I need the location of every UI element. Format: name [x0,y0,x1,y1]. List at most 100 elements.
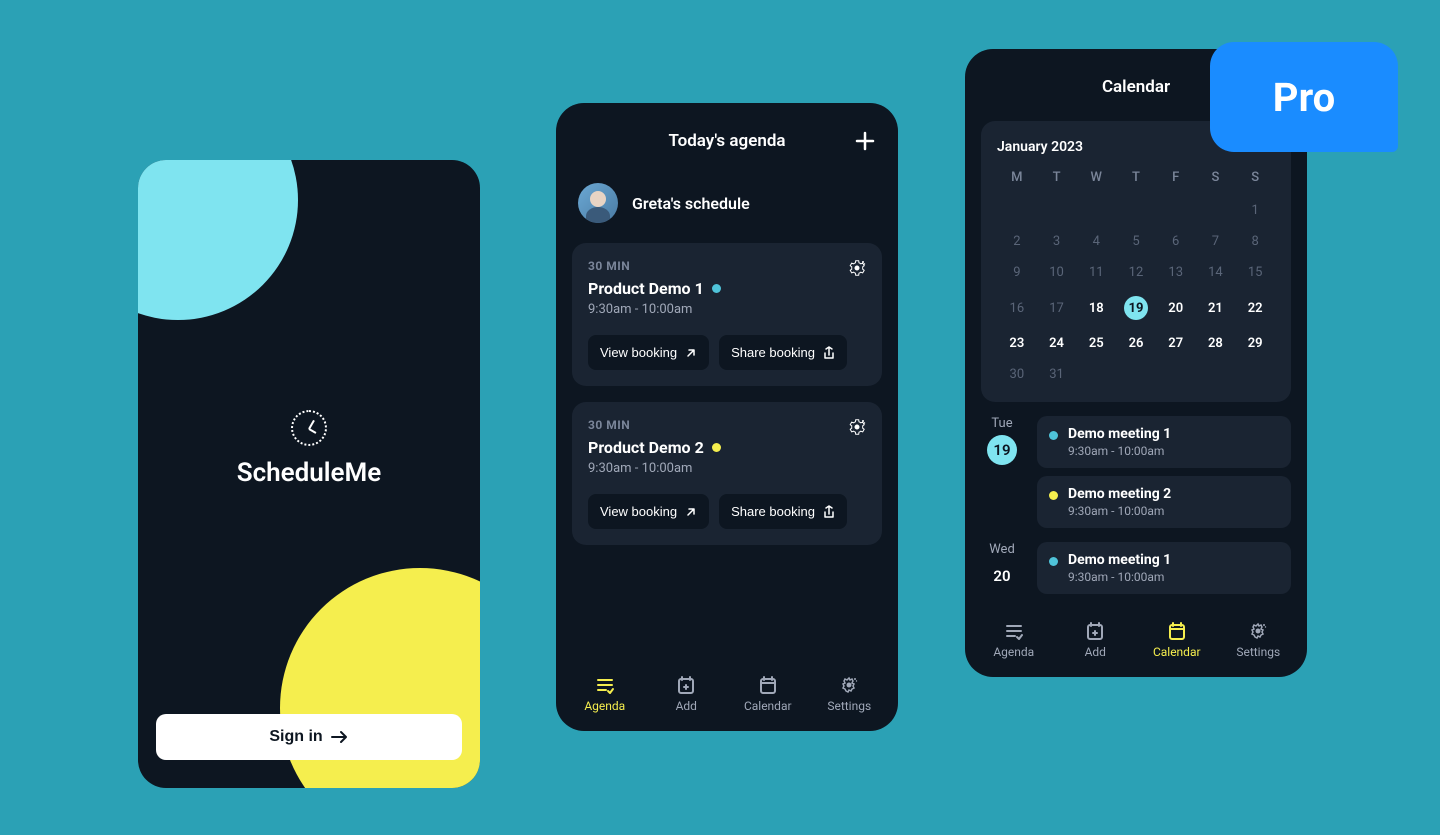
share-booking-button[interactable]: Share booking [719,494,847,529]
calendar-day[interactable]: 29 [1235,332,1275,355]
view-booking-button[interactable]: View booking [588,335,709,370]
gear-icon[interactable] [848,418,866,436]
event-title: Demo meeting 1 [1068,552,1279,568]
calendar-day[interactable]: 7 [1196,230,1236,253]
calendar-icon [758,675,778,695]
calendar-day[interactable]: 15 [1235,261,1275,284]
calendar-day[interactable]: 25 [1076,332,1116,355]
event-dow: Wed [989,542,1015,557]
calendar-day[interactable]: 20 [1156,292,1196,324]
sign-in-button[interactable]: Sign in [156,714,462,760]
bottom-nav: Agenda Add Calendar Settings [556,661,898,731]
calendar-day[interactable]: 24 [1037,332,1077,355]
event-title: Demo meeting 2 [1068,486,1279,502]
card-duration: 30 MIN [588,418,866,432]
calendar-day[interactable]: 26 [1116,332,1156,355]
event-list: Demo meeting 19:30am - 10:00am Demo meeti… [1037,416,1291,528]
nav-add[interactable]: Add [646,675,728,713]
decor-circle-cyan [138,160,298,320]
bottom-nav: Agenda Add Calendar Settings [965,607,1307,677]
calendar-day[interactable]: 16 [997,292,1037,324]
calendar-day[interactable]: 11 [1076,261,1116,284]
calendar-day[interactable]: 2 [997,230,1037,253]
calendar-day[interactable]: 1 [1235,199,1275,222]
calendar-dow: M [997,170,1037,191]
agenda-title: Today's agenda [668,131,785,151]
agenda-icon [1004,621,1024,641]
calendar-day[interactable]: 27 [1156,332,1196,355]
status-dot-yellow [1049,491,1058,500]
agenda-card: 30 MIN Product Demo 1 9:30am - 10:00am V… [572,243,882,386]
calendar-day[interactable]: 19 [1116,292,1156,324]
share-booking-label: Share booking [731,504,815,519]
view-booking-label: View booking [600,504,677,519]
status-dot-cyan [712,284,721,293]
calendar-day[interactable]: 13 [1156,261,1196,284]
calendar-day[interactable]: 18 [1076,292,1116,324]
calendar-day[interactable]: 12 [1116,261,1156,284]
agenda-screen: Today's agenda Greta's schedule 30 MIN P… [556,103,898,731]
event-date: Tue19 [981,416,1023,528]
nav-add[interactable]: Add [1055,621,1137,659]
calendar-day[interactable]: 10 [1037,261,1077,284]
add-button[interactable] [854,130,876,152]
status-dot-cyan [1049,431,1058,440]
nav-add-label: Add [1085,645,1106,659]
agenda-cards: 30 MIN Product Demo 1 9:30am - 10:00am V… [556,243,898,545]
calendar-day[interactable]: 30 [997,363,1037,386]
calendar-day[interactable]: 4 [1076,230,1116,253]
share-booking-button[interactable]: Share booking [719,335,847,370]
event-card[interactable]: Demo meeting 19:30am - 10:00am [1037,416,1291,468]
gear-icon[interactable] [848,259,866,277]
pro-badge: Pro [1210,42,1398,152]
event-date: Wed20 [981,542,1023,594]
status-dot-cyan [1049,557,1058,566]
status-dot-yellow [712,443,721,452]
event-time: 9:30am - 10:00am [1068,504,1279,518]
event-time: 9:30am - 10:00am [1068,444,1279,458]
add-icon [676,675,696,695]
calendar-day[interactable]: 8 [1235,230,1275,253]
nav-calendar[interactable]: Calendar [727,675,809,713]
nav-settings[interactable]: Settings [809,675,891,713]
card-time: 9:30am - 10:00am [588,461,866,476]
calendar-day[interactable]: 22 [1235,292,1275,324]
nav-calendar-label: Calendar [1153,645,1201,659]
nav-agenda-label: Agenda [584,699,625,713]
arrow-up-right-icon [685,506,697,518]
calendar-day[interactable]: 31 [1037,363,1077,386]
nav-calendar[interactable]: Calendar [1136,621,1218,659]
nav-settings[interactable]: Settings [1218,621,1300,659]
calendar-widget: January 2023 ‹ › MTWTFSS0000001234567891… [981,121,1291,402]
card-duration: 30 MIN [588,259,866,273]
calendar-day[interactable]: 9 [997,261,1037,284]
calendar-day[interactable]: 17 [1037,292,1077,324]
event-card[interactable]: Demo meeting 2 9:30am - 10:00am [1037,476,1291,528]
event-row: Tue19Demo meeting 19:30am - 10:00amDemo … [981,416,1291,528]
nav-agenda[interactable]: Agenda [973,621,1055,659]
calendar-day[interactable]: 21 [1196,292,1236,324]
event-time: 9:30am - 10:00am [1068,570,1279,584]
calendar-day[interactable]: 23 [997,332,1037,355]
logo: ScheduleMe [138,410,480,488]
avatar[interactable] [578,183,618,223]
nav-agenda[interactable]: Agenda [564,675,646,713]
splash-screen: ScheduleMe Sign in [138,160,480,788]
card-time: 9:30am - 10:00am [588,302,866,317]
settings-icon [1248,621,1268,641]
brand-name: ScheduleMe [237,458,382,488]
event-list: Demo meeting 1 9:30am - 10:00am [1037,542,1291,594]
view-booking-label: View booking [600,345,677,360]
calendar-day[interactable]: 28 [1196,332,1236,355]
sign-in-label: Sign in [269,728,322,746]
card-title: Product Demo 2 [588,438,704,457]
calendar-dow: S [1235,170,1275,191]
event-card[interactable]: Demo meeting 1 9:30am - 10:00am [1037,542,1291,594]
calendar-day[interactable]: 5 [1116,230,1156,253]
calendar-day[interactable]: 3 [1037,230,1077,253]
view-booking-button[interactable]: View booking [588,494,709,529]
calendar-grid: MTWTFSS000000123456789101112131415161718… [997,170,1275,386]
calendar-day[interactable]: 6 [1156,230,1196,253]
arrow-up-right-icon [685,347,697,359]
calendar-day[interactable]: 14 [1196,261,1236,284]
